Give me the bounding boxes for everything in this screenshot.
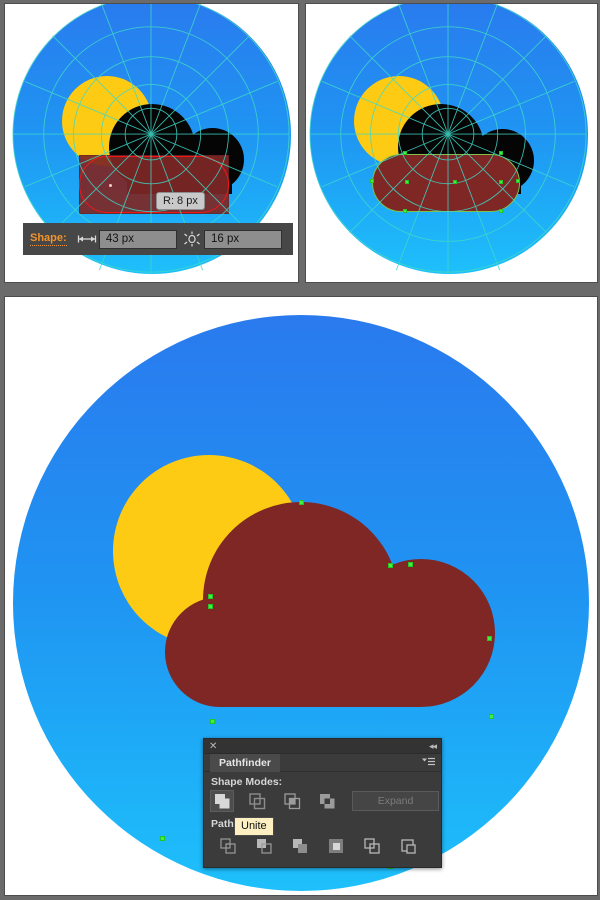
cloud-shape-united xyxy=(165,502,495,722)
exclude-button[interactable] xyxy=(315,790,339,812)
panel-menu-icon[interactable] xyxy=(422,757,435,771)
corner-radius-value-field[interactable]: 16 px xyxy=(203,229,282,249)
origin-dot xyxy=(109,184,112,187)
anchor-point[interactable] xyxy=(516,179,520,183)
corner-radius-icon xyxy=(181,231,204,247)
close-icon[interactable]: ✕ xyxy=(209,740,217,753)
minus-front-button[interactable] xyxy=(245,790,269,812)
artboard-step-2 xyxy=(306,4,597,282)
minus-back-button[interactable] xyxy=(396,835,420,857)
anchor-point[interactable] xyxy=(408,562,413,567)
unite-tooltip: Unite xyxy=(234,817,274,836)
cloud-base-bar xyxy=(219,605,421,707)
anchor-point[interactable] xyxy=(208,604,213,609)
pathfinder-panel: ✕ ◂◂ Pathfinder Shape Modes: Expand Unit… xyxy=(203,738,442,868)
pathfinders-row xyxy=(204,835,441,857)
width-arrows-icon xyxy=(76,234,99,244)
tab-pathfinder[interactable]: Pathfinder xyxy=(210,754,280,772)
shape-modes-label: Shape Modes: xyxy=(211,776,283,788)
anchor-point[interactable] xyxy=(388,563,393,568)
artboard-step-1: R: 8 px Shape: 43 px 16 px xyxy=(5,4,298,282)
canvas-step-2 xyxy=(305,3,598,283)
anchor-point[interactable] xyxy=(489,714,494,719)
shape-toolbar: Shape: 43 px 16 px xyxy=(23,223,293,255)
corner-radius-preview xyxy=(79,156,229,213)
anchor-point[interactable] xyxy=(299,500,304,505)
anchor-point[interactable] xyxy=(405,180,409,184)
merge-button[interactable] xyxy=(288,835,312,857)
anchor-point[interactable] xyxy=(487,636,492,641)
intersect-button[interactable] xyxy=(280,790,304,812)
collapse-panel-icon[interactable]: ◂◂ xyxy=(429,740,437,753)
anchor-point[interactable] xyxy=(160,836,165,841)
anchor-point[interactable] xyxy=(499,180,503,184)
trim-button[interactable] xyxy=(252,835,276,857)
anchor-point[interactable] xyxy=(453,180,457,184)
shape-label[interactable]: Shape: xyxy=(30,232,67,246)
shape-modes-row: Expand xyxy=(204,790,441,812)
anchor-point[interactable] xyxy=(210,719,215,724)
anchor-point[interactable] xyxy=(499,209,503,213)
anchor-point[interactable] xyxy=(403,209,407,213)
unite-button[interactable] xyxy=(210,790,234,812)
outline-button[interactable] xyxy=(360,835,384,857)
anchor-point[interactable] xyxy=(208,594,213,599)
panel-tab-row: Pathfinder xyxy=(204,754,441,772)
panel-titlebar[interactable]: ✕ ◂◂ xyxy=(204,739,441,754)
radius-tooltip: R: 8 px xyxy=(156,192,205,210)
crop-button[interactable] xyxy=(324,835,348,857)
red-rounded-shape xyxy=(372,154,520,212)
expand-button[interactable]: Expand xyxy=(352,791,439,811)
anchor-point[interactable] xyxy=(499,151,503,155)
screenshot-root: R: 8 px Shape: 43 px 16 px ✕ ◂◂ Pathfind… xyxy=(0,0,600,900)
anchor-point[interactable] xyxy=(370,179,374,183)
divide-button[interactable] xyxy=(216,835,240,857)
width-value-field[interactable]: 43 px xyxy=(98,229,177,249)
canvas-step-1: R: 8 px Shape: 43 px 16 px xyxy=(4,3,299,283)
anchor-point[interactable] xyxy=(403,151,407,155)
